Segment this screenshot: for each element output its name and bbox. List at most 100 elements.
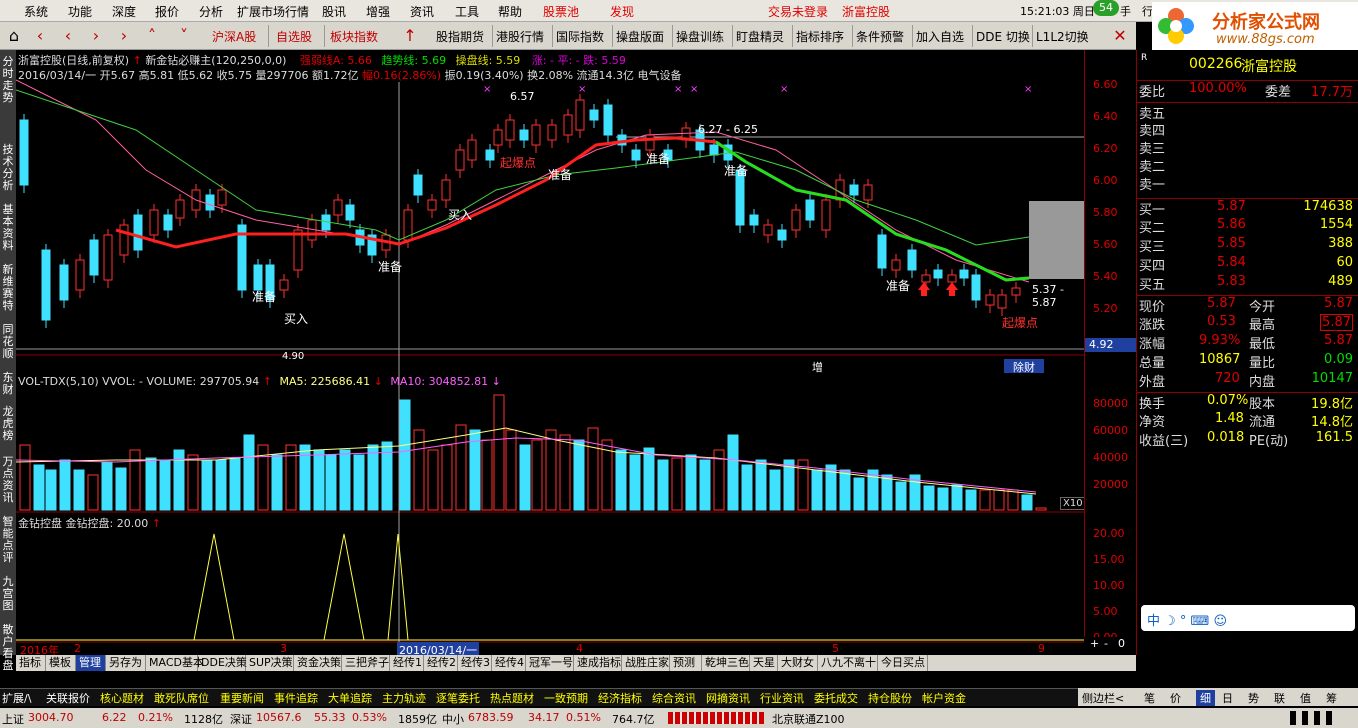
server-label[interactable]: 北京联通Z100: [772, 711, 845, 727]
menu-quote[interactable]: 报价: [155, 3, 179, 20]
ime-icon[interactable]: 中 ☽ ° ⌨ ☺: [1147, 610, 1227, 629]
menu-function[interactable]: 功能: [68, 3, 92, 20]
zoom-controls[interactable]: + -0: [1084, 637, 1136, 655]
vtab-intraday[interactable]: 分时走势: [1, 56, 15, 104]
info-tab[interactable]: 经济指标: [598, 690, 642, 706]
vtab-dragon-tiger[interactable]: 龙虎榜: [1, 406, 15, 442]
info-tab[interactable]: 热点题材: [490, 690, 534, 706]
add-watchlist-button[interactable]: 加入自选: [916, 28, 964, 45]
menu-help[interactable]: 帮助: [498, 3, 522, 20]
indicator-tab[interactable]: DDE决策: [198, 655, 247, 671]
back-arrow-icon[interactable]: ‹: [28, 26, 52, 46]
tab-watch-assistant[interactable]: 盯盘精灵: [736, 28, 784, 45]
tab-hk-quotes[interactable]: 港股行情: [496, 28, 544, 45]
vtab-fundamentals[interactable]: 基本资料: [1, 204, 15, 252]
indicator-tab[interactable]: 天星: [750, 655, 778, 671]
indicator-tab[interactable]: SUP决策: [246, 655, 294, 671]
indicator-tab[interactable]: 乾坤三色: [702, 655, 750, 671]
info-tab[interactable]: 持仓股份: [868, 690, 912, 706]
tab-trading-layout[interactable]: 操盘版面: [616, 28, 664, 45]
quote-tab[interactable]: 联: [1274, 690, 1285, 706]
info-tab[interactable]: 敢死队席位: [154, 690, 209, 706]
info-tab[interactable]: 行业资讯: [760, 690, 804, 706]
notification-badge[interactable]: 54: [1093, 0, 1119, 16]
tab-condition-alert[interactable]: 条件预警: [856, 28, 904, 45]
home-icon[interactable]: ⌂: [2, 26, 26, 46]
dde-switch-button[interactable]: DDE 切换: [976, 28, 1030, 45]
minus-icon[interactable]: -: [1104, 637, 1108, 650]
vtab-smart-review[interactable]: 智能点评: [1, 516, 15, 564]
tab-index-futures[interactable]: 股指期货: [436, 28, 484, 45]
vtab-newweisaite[interactable]: 新维赛特: [1, 264, 15, 312]
vtab-technical[interactable]: 技术分析: [1, 144, 15, 192]
menu-news[interactable]: 股讯: [322, 3, 346, 20]
info-tab[interactable]: 重要新闻: [220, 690, 264, 706]
tab-shsz-a[interactable]: 沪深A股: [212, 28, 256, 45]
up-arrow-icon[interactable]: ↑: [398, 26, 422, 46]
indicator-tab[interactable]: 冠军一号: [526, 655, 574, 671]
info-tab[interactable]: 核心题材: [100, 690, 144, 706]
indicator-tab[interactable]: 资金决策: [294, 655, 342, 671]
info-tab[interactable]: 帐户资金: [922, 690, 966, 706]
info-tab[interactable]: 网摘资讯: [706, 690, 750, 706]
indicator-tab[interactable]: 经传1: [390, 655, 424, 671]
indicator-tab[interactable]: 今日买点: [878, 655, 928, 671]
tab-sector-index[interactable]: 板块指数: [330, 28, 378, 45]
tab-intl-index[interactable]: 国际指数: [556, 28, 604, 45]
menu-enhance[interactable]: 增强: [366, 3, 390, 20]
indicator-tab[interactable]: MACD基本: [146, 655, 204, 671]
indicator-tab[interactable]: 管理: [76, 655, 106, 671]
menu-discover[interactable]: 发现: [610, 3, 634, 20]
quote-tab[interactable]: 细: [1196, 690, 1215, 706]
info-tab[interactable]: 综合资讯: [652, 690, 696, 706]
indicator-tab[interactable]: 经传4: [492, 655, 526, 671]
info-tab[interactable]: 委托成交: [814, 690, 858, 706]
tab-watchlist[interactable]: 自选股: [276, 28, 312, 45]
down-arrow-icon[interactable]: ˅: [172, 26, 196, 46]
indicator-tab[interactable]: 大财女: [778, 655, 818, 671]
quote-tab[interactable]: 筹: [1326, 690, 1337, 706]
menu-system[interactable]: 系统: [24, 3, 48, 20]
tab-indicator-sort[interactable]: 指标排序: [796, 28, 844, 45]
indicator-tab[interactable]: 经传2: [424, 655, 458, 671]
vtab-tonghuashun[interactable]: 同花顺: [1, 324, 15, 360]
menu-stock-pool[interactable]: 股票池: [543, 3, 579, 20]
menu-depth[interactable]: 深度: [112, 3, 136, 20]
indicator-tab[interactable]: 另存为: [106, 655, 146, 671]
indicator-tab[interactable]: 预测: [670, 655, 702, 671]
quote-tab[interactable]: 笔: [1144, 690, 1155, 706]
menu-analysis[interactable]: 分析: [199, 3, 223, 20]
quote-tab[interactable]: 价: [1170, 690, 1181, 706]
info-tab[interactable]: 主力轨迹: [382, 690, 426, 706]
login-status[interactable]: 交易未登录: [768, 3, 828, 20]
right-arrow-icon[interactable]: ›: [84, 26, 108, 46]
info-tab[interactable]: 扩展/\: [2, 690, 31, 706]
menu-tools[interactable]: 工具: [455, 3, 479, 20]
vtab-nine-grid[interactable]: 九宫图: [1, 576, 15, 612]
vtab-wandian[interactable]: 万点资讯: [1, 456, 15, 504]
info-tab[interactable]: 大单追踪: [328, 690, 372, 706]
info-tab[interactable]: 一致预期: [544, 690, 588, 706]
tab-trading-training[interactable]: 操盘训练: [676, 28, 724, 45]
quote-tab[interactable]: 值: [1300, 690, 1311, 706]
indicator-tab[interactable]: 经传3: [458, 655, 492, 671]
indicator-tab[interactable]: 八九不离十: [818, 655, 878, 671]
indicator-tab[interactable]: 三把斧子: [342, 655, 390, 671]
forward-arrow-icon[interactable]: ›: [112, 26, 136, 46]
sidebar-toggle[interactable]: 侧边栏<: [1082, 690, 1124, 706]
zero-icon[interactable]: 0: [1118, 637, 1125, 650]
left-arrow-icon[interactable]: ‹: [56, 26, 80, 46]
info-tab[interactable]: 关联报价: [46, 690, 90, 706]
indicator-tab[interactable]: 战胜庄家: [622, 655, 670, 671]
up-arrow-icon[interactable]: ˄: [140, 26, 164, 46]
info-tab[interactable]: 逐笔委托: [436, 690, 480, 706]
info-tab[interactable]: 事件追踪: [274, 690, 318, 706]
chart-canvas[interactable]: × × × × × ×: [16, 50, 1084, 655]
indicator-tab[interactable]: 模板: [46, 655, 76, 671]
menu-info[interactable]: 资讯: [410, 3, 434, 20]
vtab-dongcai[interactable]: 东财: [1, 372, 15, 396]
indicator-tab[interactable]: 速成指标: [574, 655, 622, 671]
plus-icon[interactable]: +: [1090, 637, 1099, 650]
menu-extended-market[interactable]: 扩展市场行情: [237, 3, 309, 20]
quote-tab[interactable]: 日: [1222, 690, 1233, 706]
